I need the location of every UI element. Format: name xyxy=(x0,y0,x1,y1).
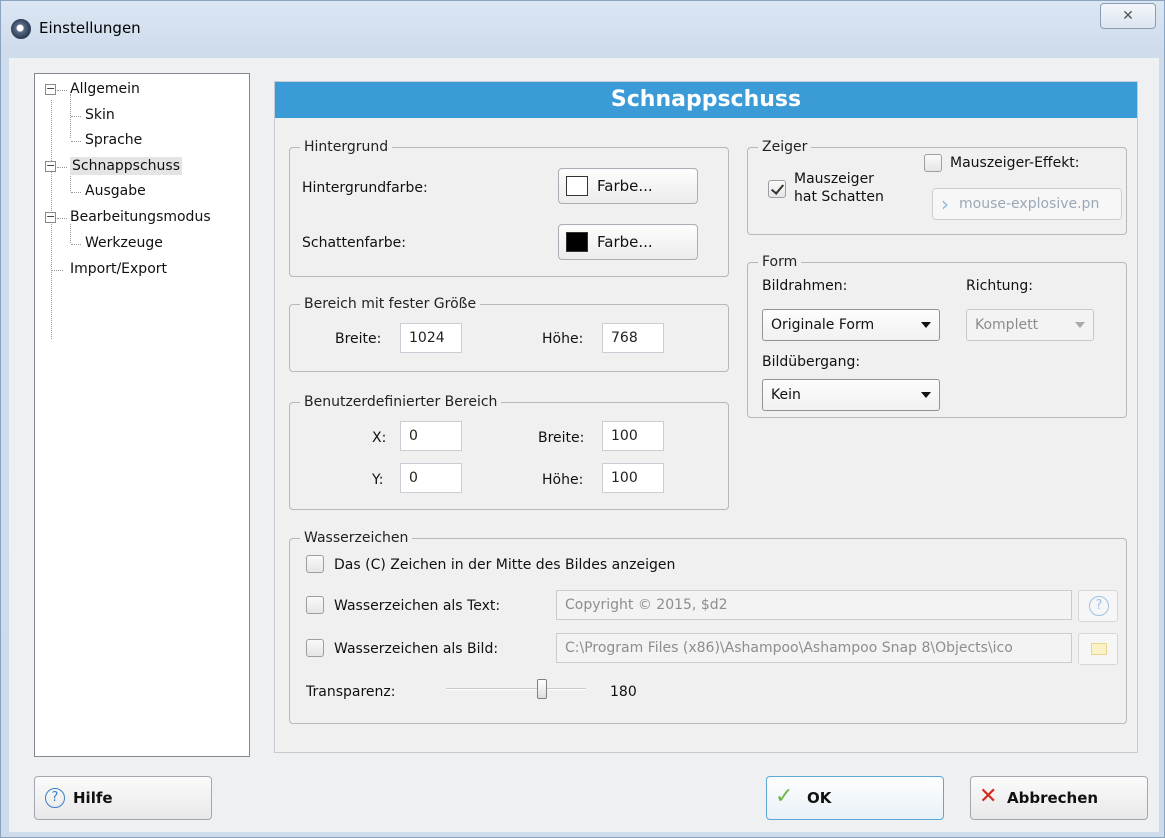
custom-area-group: Benutzerdefinierter Bereich X: 0 Breite:… xyxy=(289,393,729,510)
direction-label: Richtung: xyxy=(966,278,1034,294)
fixed-width-input[interactable]: 1024 xyxy=(400,323,462,353)
mouse-shadow-checkbox[interactable] xyxy=(768,180,786,198)
mouse-shadow-label-line2: hat Schatten xyxy=(794,189,884,205)
tree-item-label: Import/Export xyxy=(70,261,168,277)
watermark-image-input[interactable]: C:\Program Files (x86)\Ashampoo\Ashampoo… xyxy=(556,633,1072,663)
watermark-help-button[interactable]: ? xyxy=(1078,590,1118,622)
mouse-effect-checkbox[interactable] xyxy=(924,154,942,172)
background-color-label: Hintergrundfarbe: xyxy=(302,180,428,196)
watermark-text-label: Wasserzeichen als Text: xyxy=(334,598,501,614)
transparency-label: Transparenz: xyxy=(306,684,396,700)
ok-button[interactable]: ✓ OK xyxy=(766,776,944,820)
dialog-body: − Allgemein Skin Sprache − Schnappschuss… xyxy=(9,58,1159,832)
custom-x-input[interactable]: 0 xyxy=(400,421,462,451)
cancel-button-label: Abbrechen xyxy=(1007,789,1099,807)
custom-y-input[interactable]: 0 xyxy=(400,463,462,493)
help-button-label: Hilfe xyxy=(73,789,113,807)
background-color-button[interactable]: Farbe... xyxy=(558,168,698,204)
cancel-button[interactable]: ✕ Abbrechen xyxy=(970,776,1148,820)
fixed-area-group: Bereich mit fester Größe Breite: 1024 Hö… xyxy=(289,295,729,372)
transition-select[interactable]: Kein xyxy=(762,379,940,411)
custom-x-label: X: xyxy=(372,430,387,446)
group-title: Zeiger xyxy=(758,138,812,156)
custom-height-label: Höhe: xyxy=(542,472,584,488)
tree-item-label: Schnappschuss xyxy=(70,157,183,175)
chevron-down-icon xyxy=(1075,322,1085,328)
watermark-image-checkbox[interactable] xyxy=(306,639,324,657)
shadow-color-button[interactable]: Farbe... xyxy=(558,224,698,260)
mouse-effect-file-button[interactable]: › mouse-explosive.pn xyxy=(932,188,1122,220)
mouse-shadow-label-line1: Mauszeiger xyxy=(794,171,874,187)
settings-tree: − Allgemein Skin Sprache − Schnappschuss… xyxy=(34,73,250,757)
watermark-image-label: Wasserzeichen als Bild: xyxy=(334,641,499,657)
frame-select-value: Originale Form xyxy=(771,317,875,333)
frame-select[interactable]: Originale Form xyxy=(762,309,940,341)
watermark-text-input[interactable]: Copyright © 2015, $d2 xyxy=(556,590,1072,620)
ok-button-label: OK xyxy=(807,789,832,807)
slider-track xyxy=(446,688,586,690)
settings-window: Einstellungen ✕ − Allgemein Skin Sprache xyxy=(0,0,1165,838)
custom-width-input[interactable]: 100 xyxy=(602,421,664,451)
center-c-checkbox[interactable] xyxy=(306,555,324,573)
background-color-swatch xyxy=(566,176,588,196)
transition-select-value: Kein xyxy=(771,387,801,403)
custom-height-input[interactable]: 100 xyxy=(602,463,664,493)
watermark-browse-button[interactable] xyxy=(1078,633,1118,665)
fixed-width-label: Breite: xyxy=(335,331,382,347)
title-bar: Einstellungen ✕ xyxy=(1,1,1164,57)
group-title: Hintergrund xyxy=(300,138,393,156)
help-button[interactable]: ? Hilfe xyxy=(34,776,212,820)
chevron-right-icon: › xyxy=(941,192,949,216)
transparency-value: 180 xyxy=(610,684,637,700)
check-icon: ✓ xyxy=(775,784,794,809)
button-label: Farbe... xyxy=(597,233,653,251)
help-icon: ? xyxy=(1089,596,1109,616)
close-button[interactable]: ✕ xyxy=(1100,3,1156,29)
mouse-effect-label: Mauszeiger-Effekt: xyxy=(950,155,1080,171)
shadow-color-label: Schattenfarbe: xyxy=(302,235,406,251)
tree-item-label: Sprache xyxy=(85,132,143,148)
pointer-group: Zeiger Mauszeiger hat Schatten Mauszeige… xyxy=(747,138,1127,235)
group-title: Form xyxy=(758,253,802,271)
button-label: Farbe... xyxy=(597,177,653,195)
mouse-effect-file-label: mouse-explosive.pn xyxy=(959,196,1100,212)
collapse-icon[interactable]: − xyxy=(45,211,56,223)
group-title: Wasserzeichen xyxy=(300,529,413,547)
fixed-height-label: Höhe: xyxy=(542,331,584,347)
watermark-group: Wasserzeichen Das (C) Zeichen in der Mit… xyxy=(289,529,1127,724)
panel-title: Schnappschuss xyxy=(275,82,1137,118)
window-title: Einstellungen xyxy=(39,19,141,37)
transition-label: Bildübergang: xyxy=(762,354,861,370)
background-group: Hintergrund Hintergrundfarbe: Farbe... S… xyxy=(289,138,729,277)
tree-item-label: Werkzeuge xyxy=(85,235,163,251)
tree-item-label: Allgemein xyxy=(70,81,140,97)
fixed-height-input[interactable]: 768 xyxy=(602,323,664,353)
collapse-icon[interactable]: − xyxy=(45,160,56,172)
custom-y-label: Y: xyxy=(372,472,384,488)
transparency-slider[interactable] xyxy=(446,677,586,701)
custom-width-label: Breite: xyxy=(538,430,585,446)
tree-item-label: Skin xyxy=(85,107,115,123)
folder-icon xyxy=(1091,643,1107,655)
slider-thumb[interactable] xyxy=(537,679,547,699)
settings-panel: Schnappschuss Hintergrund Hintergrundfar… xyxy=(274,81,1138,753)
tree-item-label: Bearbeitungsmodus xyxy=(70,209,211,225)
watermark-text-checkbox[interactable] xyxy=(306,596,324,614)
chevron-down-icon xyxy=(921,392,931,398)
direction-select[interactable]: Komplett xyxy=(966,309,1094,341)
tree-item-label: Ausgabe xyxy=(85,183,146,199)
collapse-icon[interactable]: − xyxy=(45,83,56,95)
app-logo-icon xyxy=(11,19,31,39)
group-title: Bereich mit fester Größe xyxy=(300,295,481,313)
shape-group: Form Bildrahmen: Originale Form Richtung… xyxy=(747,253,1127,418)
close-icon: ✕ xyxy=(979,784,998,809)
help-icon: ? xyxy=(45,788,65,808)
frame-label: Bildrahmen: xyxy=(762,278,848,294)
chevron-down-icon xyxy=(921,322,931,328)
shadow-color-swatch xyxy=(566,232,588,252)
direction-select-value: Komplett xyxy=(975,317,1039,333)
group-title: Benutzerdefinierter Bereich xyxy=(300,393,502,411)
center-c-label: Das (C) Zeichen in der Mitte des Bildes … xyxy=(334,557,676,573)
